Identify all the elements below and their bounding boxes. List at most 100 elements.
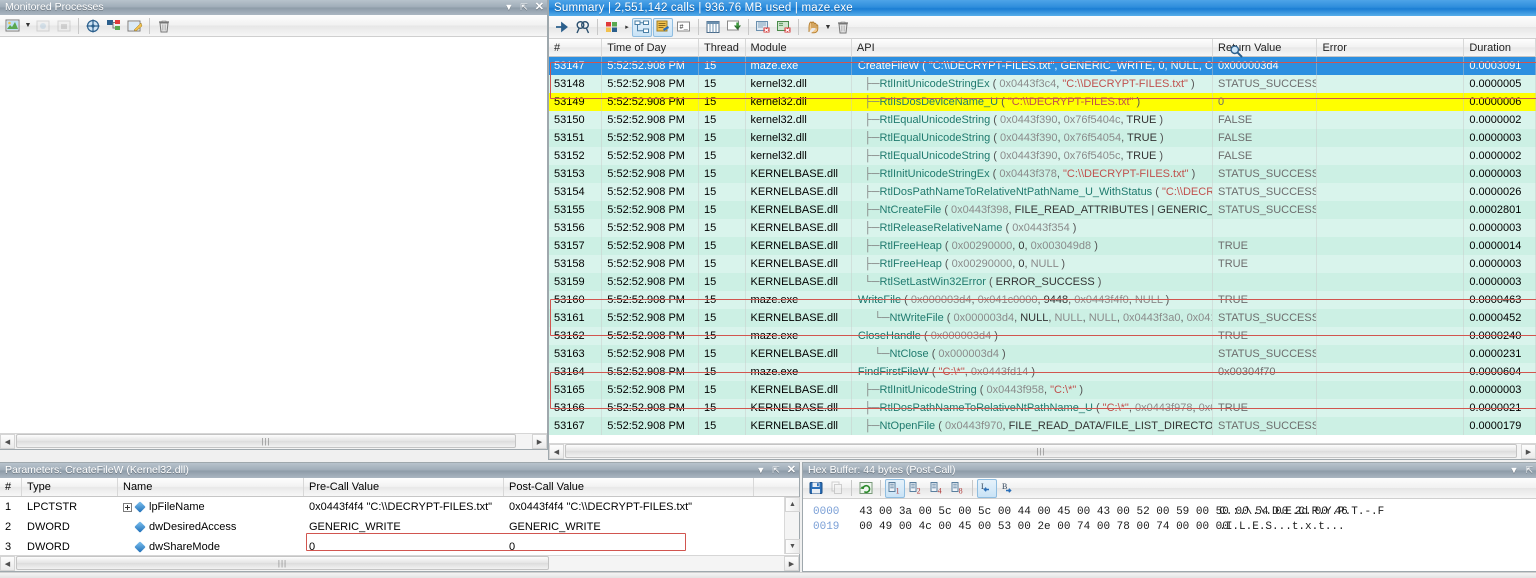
table-row[interactable]: 53166 5:52:52.908 PM 15 KERNELBASE.dll ├─Rtl… [549, 399, 1536, 417]
parameters-rows[interactable]: 1 LPCTSTR lpFileName 0x0443f4f4 "C:\\DECRYP… [0, 497, 783, 554]
dropdown-icon[interactable]: ▼ [1510, 466, 1519, 475]
parameters-scroll-up-arrow[interactable]: ▲ [785, 497, 800, 512]
table-row[interactable]: 53150 5:52:52.908 PM 15 kernel32.dll ├─RtlEq… [549, 111, 1536, 129]
table-row[interactable]: 53158 5:52:52.908 PM 15 KERNELBASE.dll ├─Rtl… [549, 255, 1536, 273]
columns-caret-icon[interactable]: ▸ [623, 23, 631, 31]
list-item[interactable]: 1 LPCTSTR lpFileName 0x0443f4f4 "C:\\DECRYP… [0, 497, 783, 517]
trace-column-header-thread[interactable]: Thread [699, 38, 746, 57]
parameters-hscroll-thumb[interactable]: ||| [16, 556, 549, 570]
trace-scroll-right-arrow[interactable]: ▶ [1521, 444, 1536, 459]
columns-icon[interactable] [602, 18, 622, 37]
table-row[interactable]: 53167 5:52:52.908 PM 15 KERNELBASE.dll ├─NtO… [549, 417, 1536, 435]
attach-process-icon[interactable] [83, 16, 103, 35]
scroll-left-arrow[interactable]: ◀ [0, 434, 15, 449]
hex-buffer-body[interactable]: 0000 43 00 3a 00 5c 00 5c 00 44 00 45 00… [803, 500, 1536, 570]
table-row[interactable]: 53162 5:52:52.908 PM 15 maze.exe CloseHandle… [549, 327, 1536, 345]
table-row[interactable]: 53156 5:52:52.908 PM 15 KERNELBASE.dll ├─Rtl… [549, 219, 1536, 237]
new-monitor-icon[interactable] [3, 16, 23, 35]
pause-monitor-icon[interactable] [33, 16, 53, 35]
table-row[interactable]: 53165 5:52:52.908 PM 15 KERNELBASE.dll ├─Rtl… [549, 381, 1536, 399]
dropdown-caret-icon[interactable]: ▼ [24, 22, 32, 29]
parameters-hscrollbar[interactable]: ◀ ||| ▶ [0, 555, 799, 571]
trace-column-header-api[interactable]: API [852, 38, 1214, 57]
trace-column-header-error[interactable]: Error [1317, 38, 1465, 57]
parameters-column-header-post[interactable]: Post-Call Value [504, 478, 754, 496]
close-icon[interactable]: ✕ [787, 465, 796, 476]
parameters-column-header-name[interactable]: Name [118, 478, 304, 496]
table-row[interactable]: 53164 5:52:52.908 PM 15 maze.exe FindFirstFi… [549, 363, 1536, 381]
parameters-column-header-type[interactable]: Type [22, 478, 118, 496]
table-row[interactable]: 53151 5:52:52.908 PM 15 kernel32.dll ├─RtlEq… [549, 129, 1536, 147]
delete-icon[interactable] [154, 16, 174, 35]
go-to-icon[interactable] [552, 18, 572, 37]
parameters-scroll-down-arrow[interactable]: ▼ [785, 539, 800, 554]
byte-width-2-icon[interactable]: 2 [906, 479, 926, 498]
trace-hscrollbar[interactable]: ◀ ||| ▶ [549, 443, 1536, 459]
table-row[interactable]: 53160 5:52:52.908 PM 15 maze.exe WriteFile (… [549, 291, 1536, 309]
list-item[interactable]: 2 DWORD dwDesiredAccess GENERIC_WRITE GENERI… [0, 517, 783, 537]
processes-hscroll-track[interactable]: ||| [15, 434, 532, 449]
trace-column-header-module[interactable]: Module [746, 38, 852, 57]
process-properties-icon[interactable] [125, 16, 145, 35]
stop-monitor-icon[interactable] [54, 16, 74, 35]
trace-hscroll-thumb[interactable]: ||| [565, 444, 1517, 458]
trace-scroll-left-arrow[interactable]: ◀ [549, 444, 564, 459]
scroll-right-arrow[interactable]: ▶ [532, 434, 547, 449]
save-trace-icon[interactable] [724, 18, 744, 37]
byte-width-4-icon[interactable]: 4 [927, 479, 947, 498]
search-icon[interactable] [1229, 44, 1243, 58]
table-row[interactable]: 53152 5:52:52.908 PM 15 kernel32.dll ├─RtlEq… [549, 147, 1536, 165]
trace-column-header-duration[interactable]: Duration [1464, 38, 1536, 57]
pause-capture-icon[interactable] [803, 18, 823, 37]
table-row[interactable]: 53148 5:52:52.908 PM 15 kernel32.dll ├─RtlIn… [549, 75, 1536, 93]
table-row[interactable]: 53155 5:52:52.908 PM 15 KERNELBASE.dll ├─NtC… [549, 201, 1536, 219]
trace-hscroll-track[interactable]: ||| [564, 444, 1521, 459]
hex-display-icon[interactable]: #_ [674, 18, 694, 37]
processes-hscrollbar[interactable]: ◀ ||| ▶ [0, 433, 547, 449]
summary-view-icon[interactable] [653, 17, 673, 37]
big-endian-icon[interactable]: B [998, 479, 1018, 498]
close-icon[interactable]: ✕ [535, 2, 544, 13]
expand-icon[interactable] [123, 502, 132, 512]
clear-display-icon[interactable] [753, 18, 773, 37]
refresh-buffer-icon[interactable] [856, 479, 876, 498]
pin-icon[interactable]: ⇱ [1525, 466, 1533, 475]
parameters-vscrollbar[interactable]: ▲ ▼ [784, 497, 800, 554]
process-tree-icon[interactable] [104, 16, 124, 35]
save-buffer-icon[interactable] [806, 479, 826, 498]
table-row[interactable]: 53163 5:52:52.908 PM 15 KERNELBASE.dll └─NtC… [549, 345, 1536, 363]
trace-column-header-time[interactable]: Time of Day [602, 38, 699, 57]
parameters-scroll-right-arrow[interactable]: ▶ [784, 556, 799, 571]
parameters-column-header-pre[interactable]: Pre-Call Value [304, 478, 504, 496]
pin-icon[interactable]: ⇱ [772, 466, 780, 475]
parameters-cell-idx: 3 [0, 537, 22, 554]
trace-column-header-num[interactable]: # [549, 38, 603, 57]
copy-buffer-icon[interactable] [827, 479, 847, 498]
parameters-column-header-idx[interactable]: # [0, 478, 22, 496]
table-row[interactable]: 53149 5:52:52.908 PM 15 kernel32.dll ├─RtlIs… [549, 93, 1536, 111]
table-row[interactable]: 53154 5:52:52.908 PM 15 KERNELBASE.dll ├─Rtl… [549, 183, 1536, 201]
table-row[interactable]: 53153 5:52:52.908 PM 15 KERNELBASE.dll ├─Rtl… [549, 165, 1536, 183]
grid-lines-icon[interactable] [703, 18, 723, 37]
dropdown-icon[interactable]: ▼ [504, 3, 513, 12]
pause-caret-icon[interactable]: ▼ [824, 24, 832, 31]
call-tree-view-icon[interactable] [632, 17, 652, 37]
trace-value-num: 53161 [554, 312, 585, 324]
parameters-scroll-left-arrow[interactable]: ◀ [0, 556, 15, 571]
byte-width-1-icon[interactable]: 1 [885, 478, 905, 498]
trace-rows[interactable]: 53147 5:52:52.908 PM 15 maze.exe CreateFileW… [549, 57, 1536, 442]
little-endian-icon[interactable]: L [977, 478, 997, 498]
list-item[interactable]: 3 DWORD dwShareMode 0 0 [0, 537, 783, 554]
parameters-hscroll-track[interactable]: ||| [15, 556, 784, 571]
delete-trace-icon[interactable] [833, 18, 853, 37]
processes-hscroll-thumb[interactable]: ||| [16, 434, 516, 448]
table-row[interactable]: 53147 5:52:52.908 PM 15 maze.exe CreateFileW… [549, 57, 1536, 75]
dropdown-icon[interactable]: ▼ [756, 466, 765, 475]
find-icon[interactable] [573, 18, 593, 37]
table-row[interactable]: 53159 5:52:52.908 PM 15 KERNELBASE.dll └─Rtl… [549, 273, 1536, 291]
table-row[interactable]: 53157 5:52:52.908 PM 15 KERNELBASE.dll ├─Rtl… [549, 237, 1536, 255]
table-row[interactable]: 53161 5:52:52.908 PM 15 KERNELBASE.dll └─NtW… [549, 309, 1536, 327]
clear-all-icon[interactable] [774, 18, 794, 37]
byte-width-8-icon[interactable]: 8 [948, 479, 968, 498]
pin-icon[interactable]: ⇱ [520, 3, 528, 12]
